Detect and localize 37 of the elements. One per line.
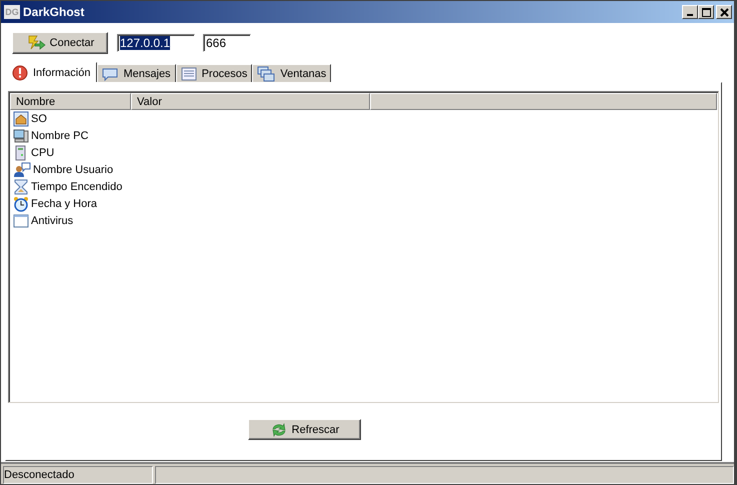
tab[interactable]: Ventanas [252, 64, 332, 82]
app-logo: DG [4, 5, 20, 19]
refresh-button[interactable]: Refrescar [248, 419, 361, 440]
row-label: Fecha y Hora [31, 198, 98, 210]
alarm-clock-icon [13, 196, 29, 212]
status-text: Desconectado [3, 466, 153, 484]
tab[interactable]: Mensajes [97, 64, 176, 82]
user-icon [13, 162, 31, 178]
host-field[interactable]: 127.0.0.1 [117, 34, 195, 52]
computer-icon [13, 128, 29, 144]
column-header[interactable] [370, 93, 717, 110]
speech-bubble-icon [102, 66, 118, 82]
windows-icon [257, 66, 276, 82]
refresh-icon [270, 422, 288, 438]
column-header[interactable]: Valor [131, 93, 370, 110]
row-label: Nombre PC [31, 130, 88, 142]
minimize-icon [687, 14, 693, 16]
port-field[interactable]: 666 [203, 34, 251, 52]
connect-button[interactable]: Conectar [12, 32, 108, 54]
window-icon [13, 212, 29, 228]
maximize-button[interactable] [698, 5, 714, 19]
house-icon [13, 110, 29, 126]
list-icon [180, 66, 197, 82]
window-title: DarkGhost [23, 5, 86, 19]
row-label: SO [31, 112, 47, 124]
close-button[interactable] [716, 5, 732, 19]
tab[interactable]: Procesos [176, 64, 252, 82]
column-header[interactable]: Nombre [10, 93, 131, 110]
row-label: CPU [31, 146, 54, 158]
row-label: Tiempo Encendido [31, 180, 122, 192]
plug-icon [26, 34, 46, 52]
row-label: Antivirus [31, 214, 74, 226]
close-icon [720, 8, 728, 16]
hourglass-icon [13, 178, 29, 194]
minimize-button[interactable] [682, 5, 698, 19]
maximize-icon [702, 8, 710, 16]
row-label: Nombre Usuario [33, 164, 114, 176]
